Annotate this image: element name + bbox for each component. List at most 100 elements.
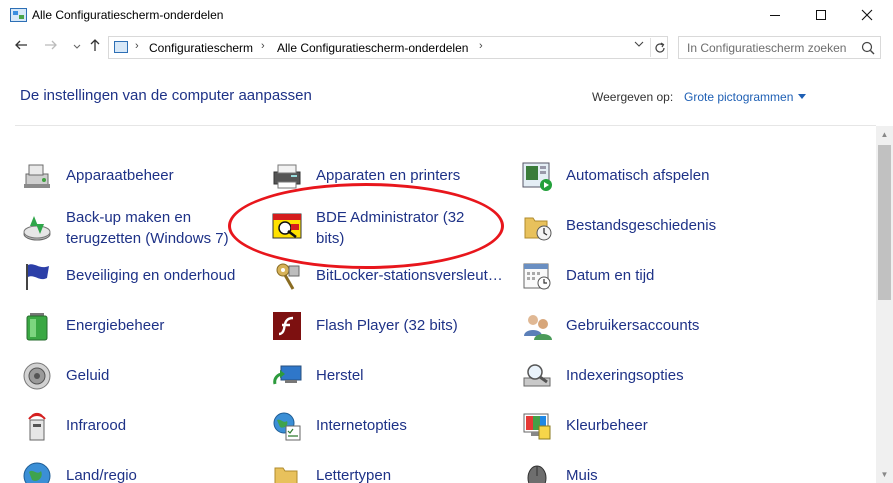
bitlocker-key-icon bbox=[276, 263, 300, 290]
search-box[interactable] bbox=[678, 36, 881, 59]
item-label[interactable]: Apparaten en printers bbox=[316, 167, 460, 184]
item-label[interactable]: Infrarood bbox=[66, 417, 126, 434]
item-automatisch-afspelen[interactable]: Automatisch afspelen bbox=[521, 156, 766, 196]
item-label[interactable]: Automatisch afspelen bbox=[566, 167, 709, 184]
item-datum-en-tijd[interactable]: Datum en tijd bbox=[521, 256, 766, 296]
item-back-up-maken[interactable]: Back-up maken en terugzetten (Windows 7) bbox=[21, 206, 266, 249]
control-panel-icon bbox=[114, 41, 128, 53]
maximize-button[interactable] bbox=[798, 0, 844, 30]
item-label[interactable]: Bestandsgeschiedenis bbox=[566, 217, 716, 234]
item-label[interactable]: Muis bbox=[566, 467, 598, 483]
device-manager-icon bbox=[24, 164, 50, 188]
security-flag-icon bbox=[26, 264, 49, 290]
internet-options-icon bbox=[273, 412, 301, 441]
indexing-icon bbox=[523, 364, 551, 387]
window-title: Alle Configuratiescherm-onderdelen bbox=[32, 8, 224, 22]
item-label[interactable]: Geluid bbox=[66, 367, 109, 384]
item-muis[interactable]: Muis bbox=[521, 456, 766, 483]
recent-locations-button[interactable] bbox=[68, 38, 86, 56]
control-panel-icon bbox=[10, 8, 27, 22]
item-label[interactable]: Datum en tijd bbox=[566, 267, 654, 284]
item-label[interactable]: Herstel bbox=[316, 367, 364, 384]
item-label[interactable]: BitLocker-stationsversleut… bbox=[316, 267, 503, 284]
up-button[interactable] bbox=[86, 38, 104, 56]
scroll-down-button[interactable]: ▼ bbox=[876, 466, 893, 483]
item-label[interactable]: Apparaatbeheer bbox=[66, 167, 174, 184]
address-bar[interactable]: › Configuratiescherm › Alle Configuratie… bbox=[108, 36, 668, 59]
item-apparaten-en-printers[interactable]: Apparaten en printers bbox=[271, 156, 516, 196]
chevron-down-icon bbox=[73, 44, 81, 49]
back-button[interactable] bbox=[12, 38, 30, 56]
vertical-scrollbar[interactable]: ▲ ▼ bbox=[876, 126, 893, 483]
item-kleurbeheer[interactable]: Kleurbeheer bbox=[521, 406, 766, 446]
forward-button[interactable] bbox=[42, 38, 60, 56]
scroll-up-button[interactable]: ▲ bbox=[876, 126, 893, 143]
item-bestandsgeschiedenis[interactable]: Bestandsgeschiedenis bbox=[521, 206, 766, 246]
item-label[interactable]: Lettertypen bbox=[316, 467, 391, 483]
autoplay-icon bbox=[522, 162, 552, 191]
divider bbox=[15, 125, 876, 126]
item-bitlocker[interactable]: BitLocker-stationsversleut… bbox=[271, 256, 516, 296]
backup-restore-icon bbox=[23, 216, 51, 241]
item-land-regio[interactable]: Land/regio bbox=[21, 456, 266, 483]
item-indexeringsopties[interactable]: Indexeringsopties bbox=[521, 356, 766, 396]
item-label[interactable]: Kleurbeheer bbox=[566, 417, 648, 434]
item-label[interactable]: BDE Administrator (32 bits) bbox=[316, 207, 496, 249]
view-by-value[interactable]: Grote pictogrammen bbox=[684, 90, 793, 104]
refresh-icon bbox=[654, 42, 665, 53]
item-label[interactable]: Energiebeheer bbox=[66, 317, 164, 334]
item-apparaatbeheer[interactable]: Apparaatbeheer bbox=[21, 156, 266, 196]
scroll-thumb[interactable] bbox=[878, 145, 891, 300]
item-herstel[interactable]: Herstel bbox=[271, 356, 516, 396]
item-infrarood[interactable]: Infrarood bbox=[21, 406, 266, 446]
refresh-button[interactable] bbox=[650, 38, 668, 57]
item-geluid[interactable]: Geluid bbox=[21, 356, 266, 396]
item-label[interactable]: Back-up maken en terugzetten (Windows 7) bbox=[66, 207, 266, 249]
breadcrumb-separator-icon[interactable]: › bbox=[261, 40, 265, 52]
devices-printers-icon bbox=[273, 164, 301, 189]
arrow-left-icon bbox=[15, 40, 27, 50]
item-label[interactable]: Indexeringsopties bbox=[566, 367, 684, 384]
view-by-label: Weergeven op: bbox=[592, 90, 674, 104]
minimize-button[interactable] bbox=[752, 0, 798, 30]
breadcrumb-all-items[interactable]: Alle Configuratiescherm-onderdelen bbox=[277, 41, 468, 55]
item-internetopties[interactable]: Internetopties bbox=[271, 406, 516, 446]
close-icon bbox=[861, 9, 873, 21]
search-icon[interactable] bbox=[859, 40, 877, 56]
battery-icon bbox=[26, 313, 48, 341]
mouse-icon bbox=[527, 465, 547, 483]
page-title: De instellingen van de computer aanpasse… bbox=[20, 87, 312, 104]
breadcrumb-separator-icon[interactable]: › bbox=[135, 40, 139, 52]
search-input[interactable] bbox=[679, 37, 859, 58]
view-by-dropdown[interactable]: Grote pictogrammen bbox=[684, 90, 807, 104]
item-label[interactable]: Beveiliging en onderhoud bbox=[66, 267, 235, 284]
address-dropdown-button[interactable] bbox=[634, 40, 644, 51]
user-accounts-icon bbox=[524, 315, 552, 340]
breadcrumb-configuratiescherm[interactable]: Configuratiescherm bbox=[149, 41, 253, 55]
bde-administrator-icon bbox=[272, 213, 302, 239]
calendar-clock-icon bbox=[523, 263, 551, 290]
file-history-icon bbox=[524, 217, 552, 241]
recovery-icon bbox=[273, 365, 302, 385]
color-management-icon bbox=[523, 413, 551, 440]
arrow-right-icon bbox=[45, 40, 57, 50]
navigation-bar: › Configuratiescherm › Alle Configuratie… bbox=[0, 30, 893, 64]
item-label[interactable]: Internetopties bbox=[316, 417, 407, 434]
globe-icon bbox=[23, 462, 51, 483]
minimize-icon bbox=[770, 14, 780, 16]
fonts-folder-icon bbox=[274, 467, 298, 483]
item-label[interactable]: Flash Player (32 bits) bbox=[316, 317, 458, 334]
item-flash-player[interactable]: Flash Player (32 bits) bbox=[271, 306, 516, 346]
item-beveiliging-en-onderhoud[interactable]: Beveiliging en onderhoud bbox=[21, 256, 266, 296]
chevron-down-icon[interactable] bbox=[798, 94, 807, 99]
item-label[interactable]: Gebruikersaccounts bbox=[566, 317, 699, 334]
flash-player-icon bbox=[273, 312, 301, 340]
chevron-down-icon bbox=[634, 41, 644, 47]
item-bde-administrator[interactable]: BDE Administrator (32 bits) bbox=[271, 206, 516, 249]
close-button[interactable] bbox=[844, 0, 890, 30]
item-label[interactable]: Land/regio bbox=[66, 467, 137, 483]
item-gebruikersaccounts[interactable]: Gebruikersaccounts bbox=[521, 306, 766, 346]
item-energiebeheer[interactable]: Energiebeheer bbox=[21, 306, 266, 346]
item-lettertypen[interactable]: Lettertypen bbox=[271, 456, 516, 483]
breadcrumb-separator-icon[interactable]: › bbox=[479, 40, 483, 52]
